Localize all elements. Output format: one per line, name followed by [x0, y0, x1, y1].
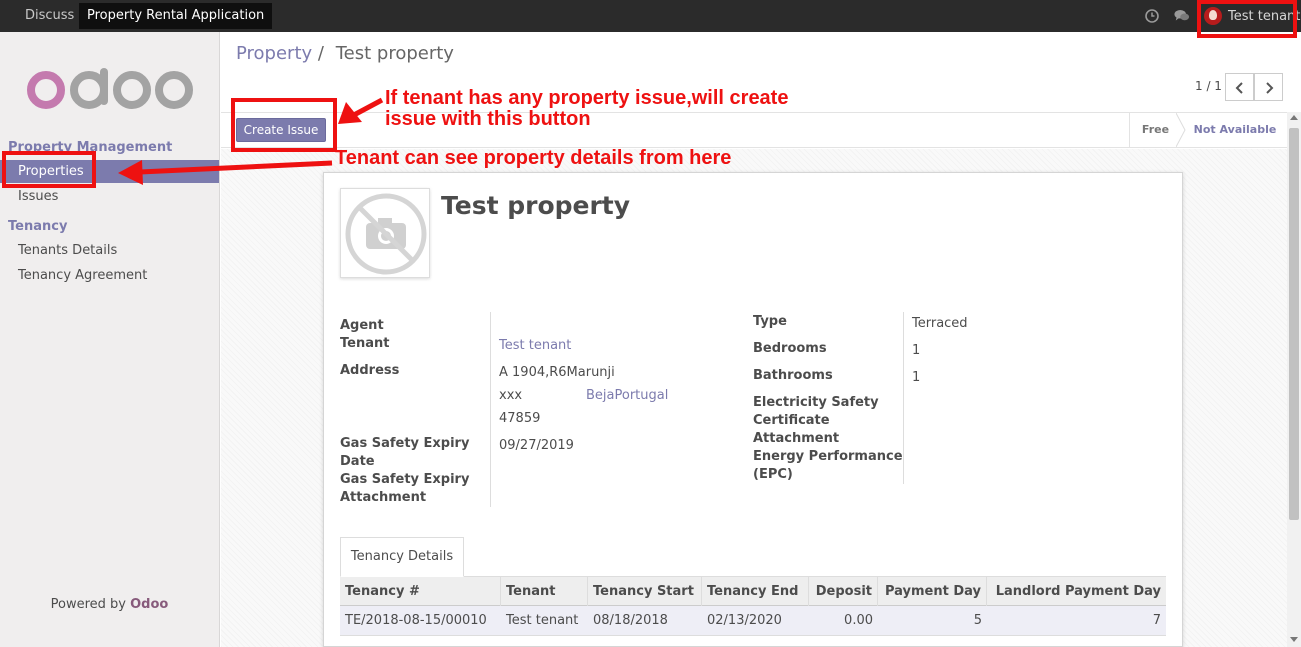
top-navbar: Discuss Property Rental Application Test…	[0, 0, 1301, 32]
annotation-box-user-menu	[1197, 0, 1297, 38]
annotation-properties-note: Tenant can see property details from her…	[335, 147, 732, 169]
cell-tenant: Test tenant	[506, 613, 579, 628]
annotation-box-properties	[2, 151, 96, 188]
sidebar-item-tenancy-agreement[interactable]: Tenancy Agreement	[0, 264, 219, 287]
tenant-link[interactable]: Test tenant	[499, 338, 571, 353]
column-tenancy-number[interactable]: Tenancy #	[340, 577, 501, 606]
column-payment-day[interactable]: Payment Day	[878, 577, 987, 606]
label-agent: Agent	[340, 318, 384, 333]
pager-previous-button[interactable]	[1225, 73, 1254, 101]
stage-not-available[interactable]: Not Available	[1183, 113, 1287, 147]
breadcrumb-separator: /	[317, 43, 324, 64]
cell-tenancy-start: 08/18/2018	[593, 613, 668, 628]
property-title[interactable]: Test property	[441, 191, 630, 220]
powered-by-brand[interactable]: Odoo	[130, 597, 168, 612]
address-city: xxx	[499, 388, 523, 403]
address-zip: 47859	[499, 411, 541, 426]
address-street: A 1904,R6Marunji	[499, 365, 615, 380]
label-electricity-safety-3: Attachment	[753, 431, 840, 446]
chevron-right-icon	[1266, 82, 1274, 94]
annotation-issue-note-line-1: If tenant has any property issue,will cr…	[385, 87, 789, 109]
label-address: Address	[340, 363, 400, 378]
bedrooms-value: 1	[912, 343, 921, 358]
bathrooms-value: 1	[912, 370, 921, 385]
sidebar-item-issues[interactable]: Issues	[0, 185, 219, 208]
label-gas-safety-attachment-1: Gas Safety Expiry	[340, 472, 470, 487]
menu-header-tenancy: Tenancy	[8, 219, 68, 234]
tab-tenancy-details[interactable]: Tenancy Details	[340, 537, 464, 577]
cell-payment-day: 5	[973, 613, 982, 628]
powered-by: Powered by Odoo	[0, 597, 219, 612]
sidebar-item-tenants-details[interactable]: Tenants Details	[0, 239, 219, 262]
cell-tenancy-end: 02/13/2020	[707, 613, 782, 628]
column-tenant[interactable]: Tenant	[501, 577, 588, 606]
scrollbar-thumb[interactable]	[1289, 128, 1299, 520]
nav-property-rental-app[interactable]: Property Rental Application	[79, 3, 273, 29]
field-separator-left	[490, 312, 491, 507]
scroll-down-icon[interactable]	[1290, 635, 1298, 643]
pager-next-button[interactable]	[1254, 73, 1283, 101]
gas-safety-expiry-date: 09/27/2019	[499, 438, 574, 453]
breadcrumb: Property / Test property	[236, 43, 454, 64]
cell-tenancy-number: TE/2018-08-15/00010	[345, 613, 487, 628]
column-deposit[interactable]: Deposit	[809, 577, 878, 606]
nav-discuss[interactable]: Discuss	[17, 3, 82, 29]
label-epc-2: (EPC)	[753, 467, 793, 482]
column-tenancy-end[interactable]: Tenancy End	[702, 577, 809, 606]
cell-landlord-payment-day: 7	[1152, 613, 1161, 628]
breadcrumb-property[interactable]: Property	[236, 43, 312, 64]
odoo-logo	[27, 68, 193, 109]
annotation-issue-note-line-2: issue with this button	[385, 108, 591, 130]
stage-free[interactable]: Free	[1129, 113, 1181, 147]
pager-value[interactable]: 1 / 1	[1195, 79, 1222, 93]
powered-by-prefix: Powered by	[50, 597, 126, 612]
breadcrumb-current: Test property	[335, 43, 454, 64]
label-electricity-safety-2: Certificate	[753, 413, 830, 428]
label-epc-1: Energy Performance	[753, 449, 903, 464]
clock-icon[interactable]	[1144, 8, 1160, 24]
label-type: Type	[753, 314, 787, 329]
label-bedrooms: Bedrooms	[753, 341, 827, 356]
label-bathrooms: Bathrooms	[753, 368, 833, 383]
label-gas-safety-attachment-2: Attachment	[340, 490, 427, 505]
label-electricity-safety-1: Electricity Safety	[753, 395, 879, 410]
chat-icon[interactable]	[1174, 8, 1190, 24]
type-value: Terraced	[912, 316, 968, 331]
cell-deposit: 0.00	[844, 613, 873, 628]
label-gas-safety-expiry-date-2: Date	[340, 454, 375, 469]
column-landlord-payment-day[interactable]: Landlord Payment Day	[987, 577, 1166, 606]
no-image-icon	[345, 193, 427, 275]
sidebar	[0, 32, 220, 647]
annotation-box-create-issue	[231, 98, 337, 152]
property-image[interactable]	[340, 188, 430, 278]
address-state-country[interactable]: BejaPortugal	[586, 388, 668, 403]
table-row[interactable]: TE/2018-08-15/00010 Test tenant 08/18/20…	[340, 606, 1166, 636]
label-gas-safety-expiry-date-1: Gas Safety Expiry	[340, 436, 470, 451]
form-statusbar	[221, 112, 1287, 148]
scroll-up-icon[interactable]	[1290, 114, 1298, 122]
column-tenancy-start[interactable]: Tenancy Start	[588, 577, 702, 606]
table-header: Tenancy # Tenant Tenancy Start Tenancy E…	[340, 577, 1166, 606]
label-tenant: Tenant	[340, 336, 390, 351]
chevron-left-icon	[1235, 82, 1243, 94]
field-separator-right	[903, 312, 904, 484]
